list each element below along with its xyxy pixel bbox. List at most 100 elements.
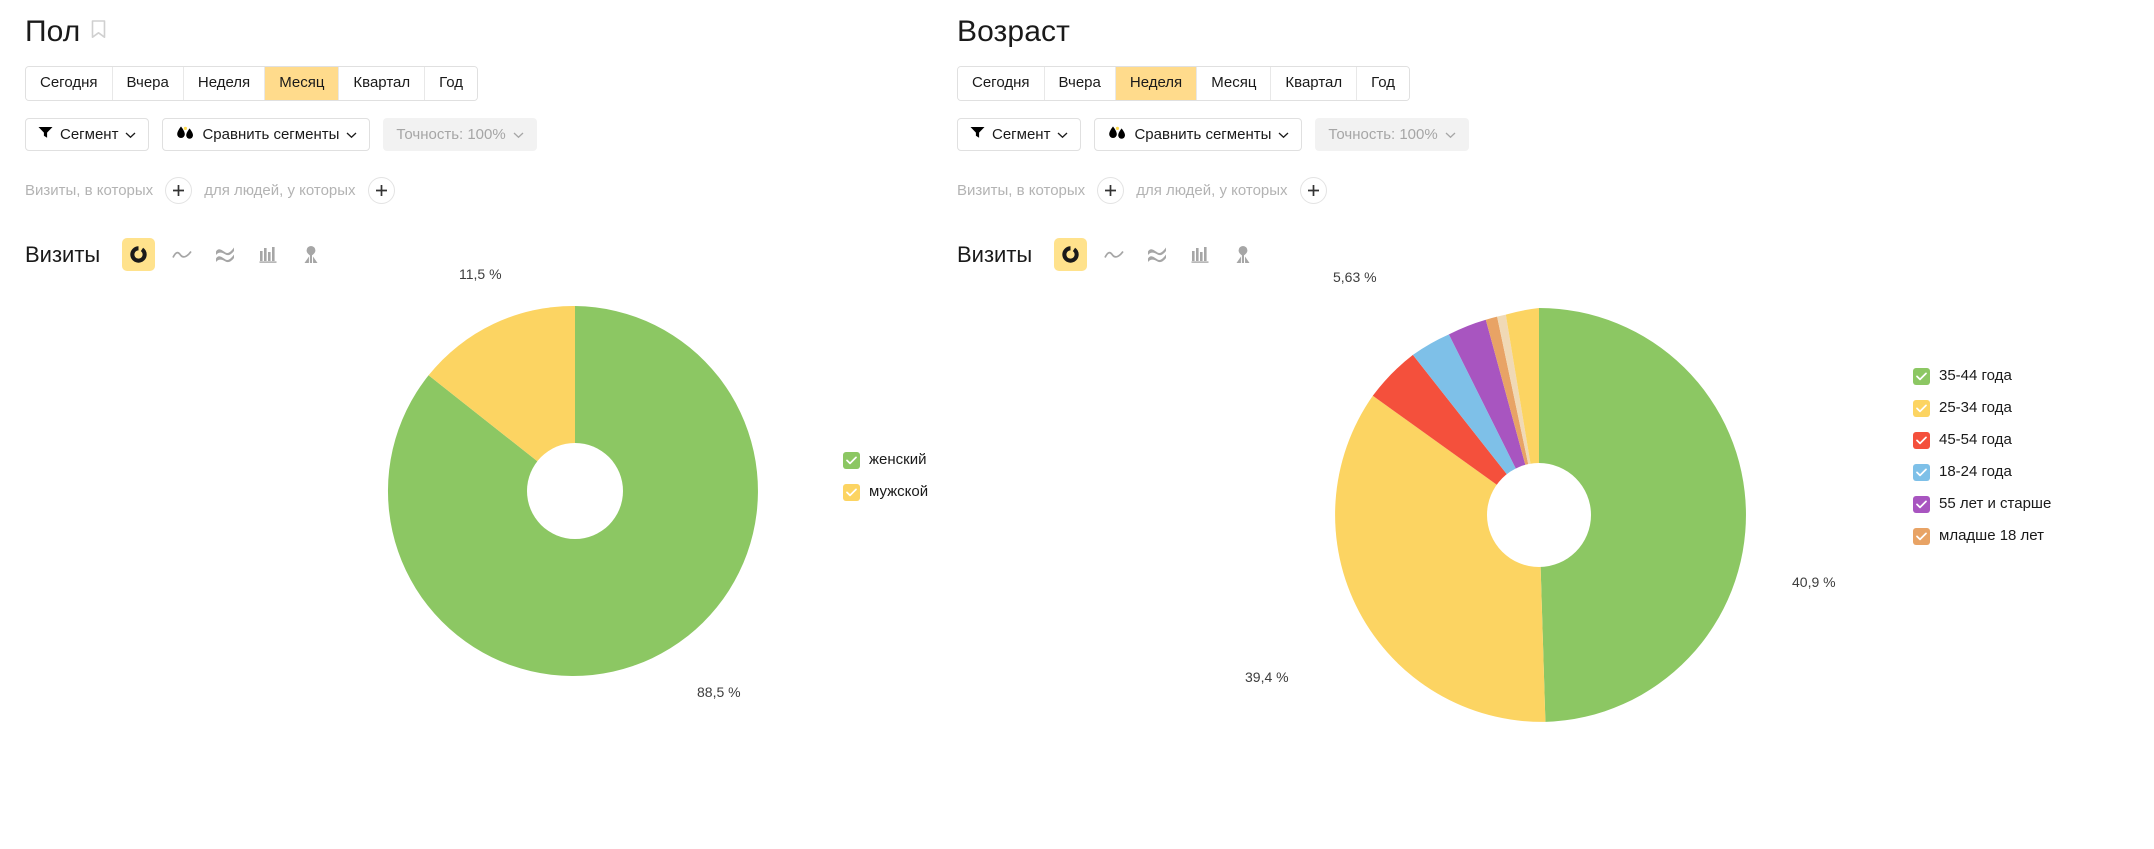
legend-checkbox-35-44[interactable] <box>1913 367 1930 385</box>
legend-gender: женский мужской <box>843 444 928 508</box>
legend-item-female[interactable]: женский <box>843 444 928 476</box>
period-tab-week[interactable]: Неделя <box>183 67 266 100</box>
period-tab-year[interactable]: Год <box>1357 67 1410 100</box>
legend-checkbox-under-18[interactable] <box>1913 527 1930 545</box>
accuracy-label: Точность: 100% <box>1328 126 1438 143</box>
legend-label-female: женский <box>869 451 927 468</box>
pie-value-label-male: 11,5 % <box>459 266 502 282</box>
period-tab-yesterday[interactable]: Вчера <box>1044 67 1116 100</box>
page-title: Пол <box>25 15 81 48</box>
bar-chart-icon[interactable] <box>1183 238 1216 271</box>
line-chart-icon[interactable] <box>165 238 198 271</box>
period-tab-quarter[interactable]: Квартал <box>1271 67 1358 100</box>
pie-value-label-45-54: 5,63 % <box>1333 269 1377 285</box>
pie-chart-icon[interactable] <box>1054 238 1088 271</box>
legend-label-55-plus: 55 лет и старше <box>1939 495 2052 512</box>
legend-item-under-18[interactable]: младше 18 лет <box>1913 520 2051 552</box>
segment-button-label: Сегмент <box>992 126 1051 143</box>
period-tabs-gender[interactable]: Сегодня Вчера Неделя Месяц Квартал Год <box>25 66 479 101</box>
map-pin-icon[interactable] <box>1226 238 1259 271</box>
legend-item-35-44[interactable]: 35-44 года <box>1913 360 2051 392</box>
legend-checkbox-45-54[interactable] <box>1913 431 1930 449</box>
compare-segments-button[interactable]: Сравнить сегменты <box>1094 118 1303 151</box>
chevron-down-icon <box>1278 126 1289 143</box>
period-tab-quarter[interactable]: Квартал <box>339 67 426 100</box>
add-people-filter-button[interactable] <box>1299 177 1327 204</box>
panel-header-age: Возраст <box>957 10 2154 54</box>
legend-label-25-34: 25-34 года <box>1939 399 2012 416</box>
period-tab-year[interactable]: Год <box>425 67 478 100</box>
legend-item-male[interactable]: мужской <box>843 476 928 508</box>
add-visit-filter-button[interactable] <box>165 177 193 204</box>
add-people-filter-button[interactable] <box>367 177 395 204</box>
area-chart-icon[interactable] <box>1140 238 1173 271</box>
map-pin-icon[interactable] <box>294 238 327 271</box>
bookmark-icon[interactable] <box>91 20 106 44</box>
funnel-icon <box>970 126 985 143</box>
period-tab-today[interactable]: Сегодня <box>958 67 1045 100</box>
legend-checkbox-55-plus[interactable] <box>1913 495 1930 513</box>
chevron-down-icon <box>125 126 136 143</box>
people-filter-label: для людей, у которых <box>1136 182 1288 199</box>
legend-item-18-24[interactable]: 18-24 года <box>1913 456 2051 488</box>
chart-area-gender: 88,5 % 11,5 % женский мужской <box>25 266 957 801</box>
legend-item-25-34[interactable]: 25-34 года <box>1913 392 2051 424</box>
compare-segments-label: Сравнить сегменты <box>1134 126 1272 143</box>
period-tab-week[interactable]: Неделя <box>1115 67 1198 100</box>
chart-area-age: 40,9 % 39,4 % 5,63 % 35-44 года 25-34 го… <box>957 269 2154 801</box>
chevron-down-icon <box>513 126 524 143</box>
page-title: Возраст <box>957 15 1070 48</box>
panel-header-gender: Пол <box>25 10 957 54</box>
accuracy-button[interactable]: Точность: 100% <box>1315 118 1469 151</box>
segment-button-label: Сегмент <box>60 126 119 143</box>
legend-checkbox-18-24[interactable] <box>1913 463 1930 481</box>
visits-filter-label: Визиты, в которых <box>957 182 1086 199</box>
report-panel-gender: Пол Сегодня Вчера Неделя Месяц Квартал Г… <box>0 0 957 849</box>
metric-label: Визиты <box>957 241 1033 267</box>
legend-item-55-plus[interactable]: 55 лет и старше <box>1913 488 2051 520</box>
compare-segments-label: Сравнить сегменты <box>202 126 340 143</box>
bar-chart-icon[interactable] <box>251 238 284 271</box>
period-tabs-age[interactable]: Сегодня Вчера Неделя Месяц Квартал Год <box>957 66 1411 101</box>
segment-button[interactable]: Сегмент <box>957 118 1082 151</box>
funnel-icon <box>38 126 53 143</box>
pie-chart-age[interactable] <box>1327 303 1751 732</box>
period-tab-month[interactable]: Месяц <box>1197 67 1272 100</box>
area-chart-icon[interactable] <box>208 238 241 271</box>
legend-label-45-54: 45-54 года <box>1939 431 2012 448</box>
report-panel-age: Возраст Сегодня Вчера Неделя Месяц Кварт… <box>957 0 2154 849</box>
period-tab-month[interactable]: Месяц <box>265 67 340 100</box>
legend-checkbox-25-34[interactable] <box>1913 399 1930 417</box>
legend-label-35-44: 35-44 года <box>1939 367 2012 384</box>
legend-checkbox-male[interactable] <box>843 483 860 501</box>
pie-value-label-25-34: 39,4 % <box>1245 669 1289 685</box>
accuracy-button[interactable]: Точность: 100% <box>383 118 537 151</box>
pie-value-label-female: 88,5 % <box>697 684 741 700</box>
filter-row-age: Визиты, в которых для людей, у которых <box>957 177 2154 204</box>
legend-item-45-54[interactable]: 45-54 года <box>1913 424 2051 456</box>
accuracy-label: Точность: 100% <box>396 126 506 143</box>
legend-label-under-18: младше 18 лет <box>1939 527 2045 544</box>
metric-row-age: Визиты <box>957 238 2154 271</box>
segment-button[interactable]: Сегмент <box>25 118 150 151</box>
controls-row-gender: Сегмент Сравнить сегменты Точность: 100% <box>25 118 957 151</box>
period-tab-today[interactable]: Сегодня <box>26 67 113 100</box>
visits-filter-label: Визиты, в которых <box>25 182 154 199</box>
droplets-icon <box>1107 126 1127 144</box>
controls-row-age: Сегмент Сравнить сегменты Точность: 100% <box>957 118 2154 151</box>
legend-age: 35-44 года 25-34 года 45-54 года 18-24 г… <box>1913 360 2051 552</box>
filter-row-gender: Визиты, в которых для людей, у которых <box>25 177 957 204</box>
line-chart-icon[interactable] <box>1097 238 1130 271</box>
pie-chart-icon[interactable] <box>122 238 156 271</box>
analytics-dashboard: Пол Сегодня Вчера Неделя Месяц Квартал Г… <box>0 0 2154 849</box>
pie-chart-gender[interactable] <box>385 301 765 686</box>
period-tab-yesterday[interactable]: Вчера <box>112 67 184 100</box>
droplets-icon <box>175 126 195 144</box>
chevron-down-icon <box>1445 126 1456 143</box>
legend-label-male: мужской <box>869 483 929 500</box>
legend-checkbox-female[interactable] <box>843 451 860 469</box>
legend-label-18-24: 18-24 года <box>1939 463 2012 480</box>
chevron-down-icon <box>1057 126 1068 143</box>
compare-segments-button[interactable]: Сравнить сегменты <box>162 118 371 151</box>
add-visit-filter-button[interactable] <box>1097 177 1125 204</box>
